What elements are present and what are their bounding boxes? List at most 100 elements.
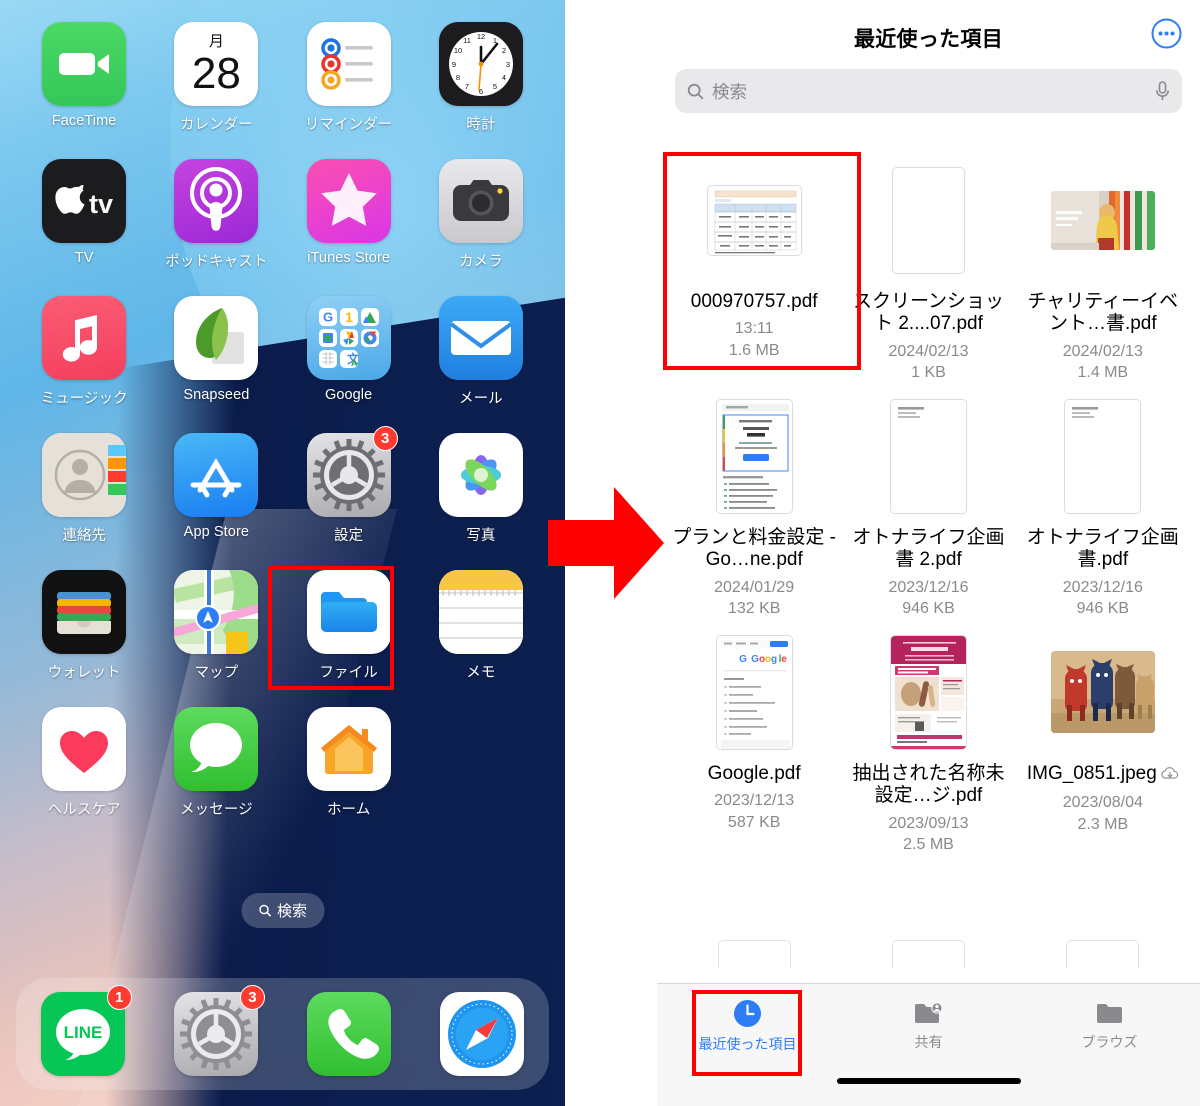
microphone-icon[interactable] bbox=[1155, 80, 1170, 102]
dock-app-phone[interactable] bbox=[307, 992, 392, 1076]
file-item[interactable]: オトナライフ企画書 2.pdf 2023/12/16 946 KB bbox=[841, 384, 1015, 620]
file-item[interactable]: スクリーンショット 2....07.pdf 2024/02/13 1 KB bbox=[841, 148, 1015, 384]
file-date: 2023/12/16 bbox=[1062, 578, 1143, 596]
step-arrow bbox=[548, 487, 664, 599]
file-meta: 2024/02/13 1 KB bbox=[888, 341, 968, 384]
app-label: マップ bbox=[194, 665, 239, 681]
home-search-pill[interactable]: 検索 bbox=[240, 893, 325, 928]
svg-text:2: 2 bbox=[502, 46, 506, 55]
app-camera[interactable]: カメラ bbox=[415, 159, 547, 271]
app-clock[interactable]: 12 1 2 345 678 9 10 11 時計 bbox=[415, 22, 547, 134]
svg-text:11: 11 bbox=[463, 36, 471, 45]
contacts-icon bbox=[42, 433, 127, 517]
file-thumbnail-partial bbox=[717, 940, 791, 968]
home-indicator bbox=[836, 1078, 1021, 1084]
app-mail[interactable]: メール bbox=[415, 296, 547, 408]
svg-text:g: g bbox=[771, 654, 777, 665]
app-reminders[interactable]: リマインダー bbox=[283, 22, 415, 134]
svg-text:G: G bbox=[323, 310, 333, 325]
podcasts-icon bbox=[174, 159, 259, 243]
dock-app-line[interactable]: LINE 1 bbox=[40, 985, 132, 1076]
app-maps[interactable]: マップ bbox=[150, 570, 282, 682]
svg-text:G: G bbox=[739, 654, 747, 665]
app-label: 写真 bbox=[466, 528, 496, 544]
google-folder-icon: G 1 文A bbox=[306, 296, 391, 380]
calendar-icon: 月 28 bbox=[174, 22, 259, 106]
app-contacts[interactable]: 連絡先 bbox=[18, 433, 150, 545]
app-home[interactable]: ホーム bbox=[283, 707, 415, 819]
facetime-icon bbox=[42, 22, 127, 106]
pdf-table-thumb bbox=[706, 184, 802, 256]
file-item[interactable]: プランと料金設定 - Go…ne.pdf 2024/01/29 132 KB bbox=[667, 384, 841, 620]
app-settings[interactable]: 3 設定 bbox=[283, 426, 415, 545]
mail-icon bbox=[438, 296, 523, 380]
magazine-page-thumb bbox=[889, 634, 967, 750]
page-title: 最近使った項目 bbox=[853, 28, 1004, 51]
file-item[interactable]: 抽出された名称未設定…ジ.pdf 2023/09/13 2.5 MB bbox=[841, 620, 1015, 856]
calendar-weekday: 月 bbox=[208, 33, 224, 50]
file-item[interactable]: G o o g l e G Google.pdf 2023/12/13 587 … bbox=[667, 620, 841, 856]
tab-recents[interactable]: 最近使った項目 bbox=[657, 984, 838, 1068]
file-date: 2023/08/04 bbox=[1062, 794, 1143, 812]
app-itunes-store[interactable]: iTunes Store bbox=[283, 159, 415, 271]
file-date: 2024/02/13 bbox=[1062, 342, 1143, 360]
app-label: ファイル bbox=[319, 665, 378, 681]
app-folder-google[interactable]: G 1 文A Google bbox=[283, 296, 415, 408]
app-files[interactable]: ファイル bbox=[283, 570, 415, 682]
app-app-store[interactable]: App Store bbox=[150, 433, 282, 545]
app-health[interactable]: ヘルスケア bbox=[18, 707, 150, 819]
app-facetime[interactable]: FaceTime bbox=[18, 22, 150, 134]
search-placeholder: 検索 bbox=[712, 81, 747, 102]
dock-app-safari[interactable] bbox=[440, 992, 525, 1076]
tab-shared[interactable]: 共有 bbox=[838, 984, 1019, 1068]
search-input[interactable]: 検索 bbox=[675, 69, 1182, 113]
file-date: 2023/12/13 bbox=[714, 792, 795, 810]
file-thumbnail bbox=[1050, 630, 1155, 754]
charity-cover-thumb bbox=[1050, 190, 1155, 250]
file-name: プランと料金設定 - Go…ne.pdf bbox=[672, 527, 836, 571]
settings-badge: 3 bbox=[239, 985, 265, 1010]
search-icon bbox=[258, 904, 271, 917]
file-item[interactable]: オトナライフ企画書.pdf 2023/12/16 946 KB bbox=[1016, 384, 1190, 620]
file-size: 587 KB bbox=[727, 814, 781, 831]
file-meta: 13:11 1.6 MB bbox=[729, 318, 780, 361]
app-label: Snapseed bbox=[183, 387, 250, 403]
settings-badge: 3 bbox=[372, 426, 398, 451]
file-date: 2023/12/16 bbox=[888, 578, 969, 596]
file-meta: 2024/02/13 1.4 MB bbox=[1063, 341, 1143, 384]
tab-browse[interactable]: ブラウズ bbox=[1019, 984, 1200, 1068]
file-size: 946 KB bbox=[1076, 600, 1130, 618]
app-label: カメラ bbox=[458, 254, 503, 270]
app-label: 連絡先 bbox=[62, 528, 107, 544]
file-item[interactable]: チャリティーイベント…書.pdf 2024/02/13 1.4 MB bbox=[1016, 148, 1190, 384]
app-wallet[interactable]: ウォレット bbox=[18, 570, 150, 682]
file-name: チャリティーイベント…書.pdf bbox=[1027, 291, 1179, 335]
snapseed-icon bbox=[174, 296, 259, 380]
app-label: iTunes Store bbox=[307, 250, 391, 266]
file-item[interactable]: IMG_0851.jpeg 2023/08/04 2.3 MB bbox=[1016, 620, 1190, 856]
app-photos[interactable]: 写真 bbox=[415, 433, 547, 545]
file-size: 1.6 MB bbox=[728, 342, 780, 359]
phone-icon bbox=[307, 992, 392, 1076]
app-notes[interactable]: メモ bbox=[415, 570, 547, 682]
shared-folder-icon bbox=[915, 1001, 943, 1023]
app-calendar[interactable]: 月 28 カレンダー bbox=[150, 22, 282, 134]
files-icon bbox=[306, 570, 391, 654]
itunes-store-icon bbox=[306, 159, 391, 243]
tab-label: 共有 bbox=[914, 1033, 943, 1050]
messages-icon bbox=[174, 707, 259, 791]
file-thumbnail bbox=[702, 394, 806, 518]
app-snapseed[interactable]: Snapseed bbox=[150, 296, 282, 408]
file-item[interactable]: 000970757.pdf 13:11 1.6 MB bbox=[667, 148, 841, 384]
more-circle-icon[interactable] bbox=[1151, 18, 1182, 49]
svg-text:G: G bbox=[751, 654, 759, 665]
app-tv[interactable]: tv TV bbox=[18, 159, 150, 271]
file-name-text: IMG_0851.jpeg bbox=[1026, 763, 1157, 784]
app-label: カレンダー bbox=[179, 117, 253, 133]
file-size: 2.5 MB bbox=[903, 836, 954, 854]
music-icon bbox=[42, 296, 127, 380]
app-podcasts[interactable]: ポッドキャスト bbox=[150, 159, 282, 271]
dock-app-settings[interactable]: 3 bbox=[173, 985, 265, 1076]
app-messages[interactable]: メッセージ bbox=[150, 707, 282, 819]
app-music[interactable]: ミュージック bbox=[18, 296, 150, 408]
